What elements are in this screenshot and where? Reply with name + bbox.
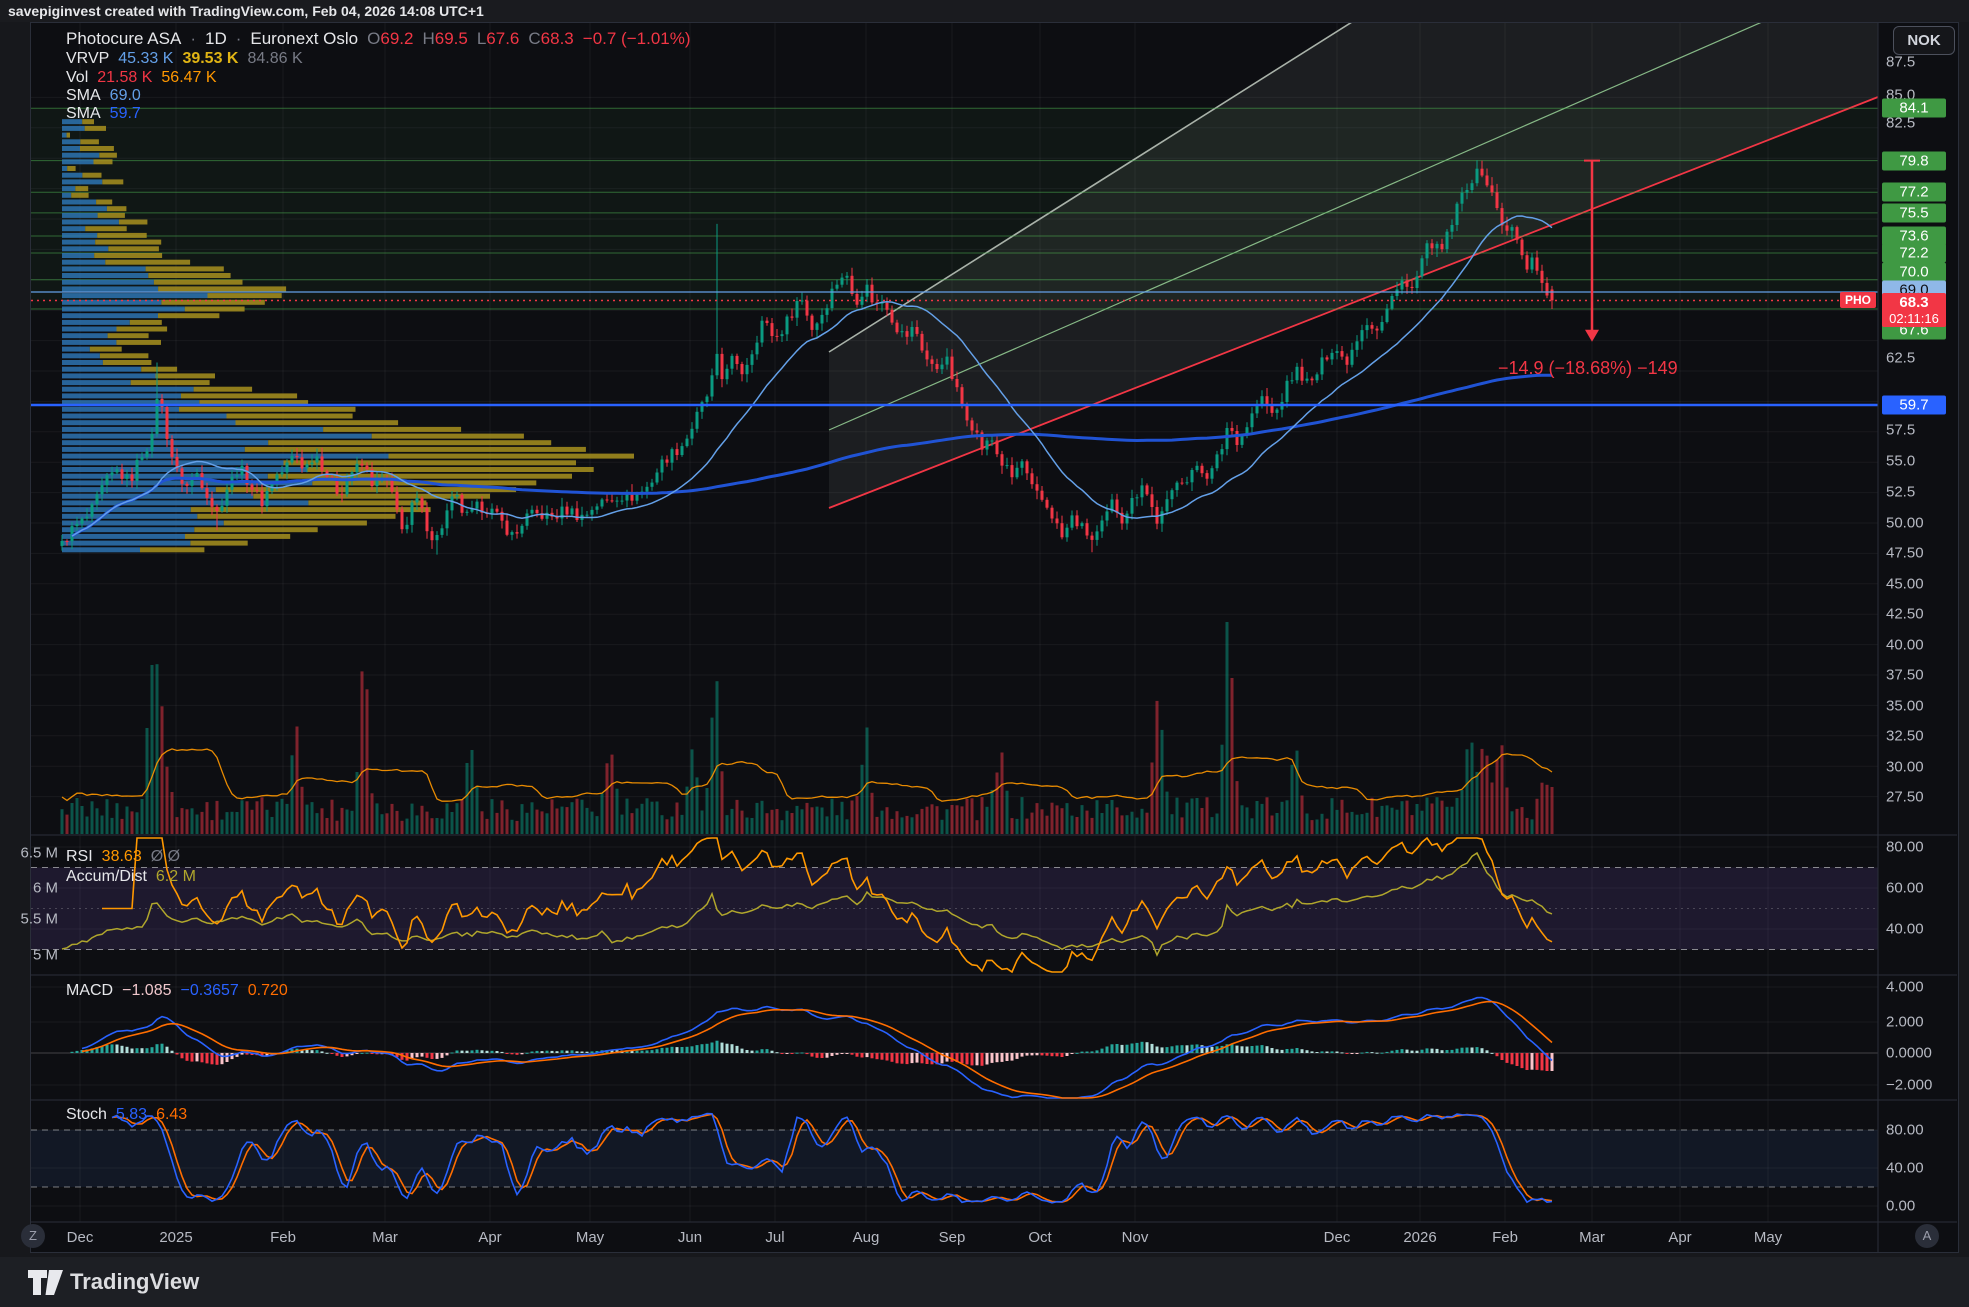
time-axis-label[interactable]: Jun	[678, 1229, 702, 1246]
sma-fast-legend[interactable]: SMA 69.0	[66, 87, 141, 105]
volume-value: 21.58 K	[97, 69, 152, 87]
rsi-value: 38.63	[102, 848, 142, 866]
macd-signal-value: 0.720	[248, 982, 288, 1000]
macd-hist-value: −1.085	[122, 982, 171, 1000]
price-axis-tick[interactable]: 47.50	[1886, 545, 1924, 562]
footer: TradingView	[0, 1257, 1969, 1307]
currency-button[interactable]: NOK	[1893, 26, 1955, 55]
rsi-axis-tick[interactable]: 40.00	[1886, 921, 1924, 938]
rsi-legend[interactable]: RSI 38.63 Ø Ø	[66, 848, 180, 866]
price-axis-tick[interactable]: 45.00	[1886, 576, 1924, 593]
vrvp-up-volume: 45.33 K	[118, 50, 173, 68]
accdist-legend[interactable]: Accum/Dist 6.2 M	[66, 868, 196, 886]
accdist-axis-tick[interactable]: 5.5 M	[20, 911, 58, 928]
tradingview-brand[interactable]: TradingView	[70, 1269, 199, 1295]
time-axis-label[interactable]: Dec	[1324, 1229, 1351, 1246]
attribution-text: savepiginvest created with TradingView.c…	[8, 3, 484, 19]
measure-annotation: −14.9 (−18.68%) −149	[1498, 358, 1678, 379]
rsi-axis-tick[interactable]: 80.00	[1886, 839, 1924, 856]
price-axis-badge[interactable]: 77.2	[1882, 183, 1946, 202]
close-value: 68.3	[541, 29, 574, 48]
volume-legend[interactable]: Vol 21.58 K 56.47 K	[66, 69, 217, 87]
time-axis-label[interactable]: 2025	[159, 1229, 192, 1246]
macd-line-value: −0.3657	[181, 982, 239, 1000]
time-axis-label[interactable]: Jul	[765, 1229, 784, 1246]
vrvp-down-volume: 39.53 K	[182, 50, 238, 68]
time-axis-label[interactable]: May	[576, 1229, 604, 1246]
time-axis-label[interactable]: Mar	[1579, 1229, 1605, 1246]
time-axis-label[interactable]: Feb	[270, 1229, 296, 1246]
vrvp-legend[interactable]: VRVP 45.33 K 39.53 K 84.86 K	[66, 50, 303, 68]
price-axis-tick[interactable]: 52.5	[1886, 484, 1915, 501]
auto-scale-button[interactable]: A	[1915, 1224, 1939, 1248]
price-axis-tick[interactable]: 27.50	[1886, 789, 1924, 806]
price-axis-badge[interactable]: 72.2	[1882, 244, 1946, 263]
stoch-d-value: 6.43	[156, 1106, 187, 1124]
symbol-legend[interactable]: Photocure ASA · 1D · Euronext Oslo O69.2…	[66, 29, 691, 49]
price-axis-badge[interactable]: 79.8	[1882, 152, 1946, 171]
price-axis-badge[interactable]: 84.1	[1882, 99, 1946, 118]
price-axis-badge[interactable]: 70.0	[1882, 263, 1946, 282]
time-axis-label[interactable]: Sep	[939, 1229, 966, 1246]
price-axis-tick[interactable]: 62.5	[1886, 350, 1915, 367]
accdist-value: 6.2 M	[156, 868, 196, 886]
change-value: −0.7 (−1.01%)	[583, 29, 691, 49]
time-axis-label[interactable]: Nov	[1122, 1229, 1149, 1246]
price-axis-tick[interactable]: 37.50	[1886, 667, 1924, 684]
price-axis-tick[interactable]: 42.50	[1886, 606, 1924, 623]
time-axis-label[interactable]: Dec	[67, 1229, 94, 1246]
last-price-badge[interactable]: 68.302:11:16	[1882, 293, 1946, 327]
time-axis-label[interactable]: Apr	[478, 1229, 501, 1246]
time-axis-label[interactable]: Aug	[853, 1229, 880, 1246]
sma-slow-legend[interactable]: SMA 59.7	[66, 105, 141, 123]
price-axis-badge[interactable]: 59.7	[1882, 396, 1946, 415]
macd-axis-tick[interactable]: 2.000	[1886, 1014, 1924, 1031]
macd-legend[interactable]: MACD −1.085 −0.3657 0.720	[66, 982, 288, 1000]
chart-container[interactable]	[30, 22, 1959, 1253]
volume-ma-value: 56.47 K	[161, 69, 216, 87]
stoch-axis-tick[interactable]: 0.00	[1886, 1198, 1915, 1215]
stoch-k-value: 5.83	[116, 1106, 147, 1124]
macd-axis-tick[interactable]: 0.0000	[1886, 1045, 1932, 1062]
open-value: 69.2	[380, 29, 413, 48]
macd-axis-tick[interactable]: −2.000	[1886, 1077, 1932, 1094]
time-axis-label[interactable]: Apr	[1668, 1229, 1691, 1246]
high-value: 69.5	[435, 29, 468, 48]
time-axis-label[interactable]: Oct	[1028, 1229, 1051, 1246]
price-axis-tick[interactable]: 57.5	[1886, 422, 1915, 439]
symbol-price-label: PHO	[1840, 292, 1876, 308]
attribution-bar: savepiginvest created with TradingView.c…	[0, 0, 1969, 22]
time-axis-label[interactable]: Feb	[1492, 1229, 1518, 1246]
interval[interactable]: 1D	[205, 29, 227, 49]
accdist-axis-tick[interactable]: 5 M	[33, 947, 58, 964]
vrvp-total: 84.86 K	[247, 50, 302, 68]
price-axis-tick[interactable]: 50.00	[1886, 515, 1924, 532]
price-axis-tick[interactable]: 32.50	[1886, 728, 1924, 745]
stoch-axis-tick[interactable]: 40.00	[1886, 1160, 1924, 1177]
time-axis-label[interactable]: May	[1754, 1229, 1782, 1246]
sma-fast-value: 69.0	[110, 87, 141, 105]
time-axis-label[interactable]: Mar	[372, 1229, 398, 1246]
symbol-name[interactable]: Photocure ASA	[66, 29, 181, 49]
accdist-axis-tick[interactable]: 6.5 M	[20, 845, 58, 862]
price-axis-tick[interactable]: 87.5	[1886, 54, 1915, 71]
low-value: 67.6	[486, 29, 519, 48]
time-axis-label[interactable]: 2026	[1403, 1229, 1436, 1246]
macd-axis-tick[interactable]: 4.000	[1886, 979, 1924, 996]
timezone-button[interactable]: Z	[21, 1224, 45, 1248]
accdist-axis-tick[interactable]: 6 M	[33, 880, 58, 897]
price-axis-badge[interactable]: 75.5	[1882, 204, 1946, 223]
rsi-source-icons[interactable]: Ø Ø	[151, 848, 180, 866]
price-axis-tick[interactable]: 40.00	[1886, 637, 1924, 654]
price-axis-tick[interactable]: 35.00	[1886, 698, 1924, 715]
sma-slow-value: 59.7	[110, 105, 141, 123]
stoch-legend[interactable]: Stoch 5.83 6.43	[66, 1106, 187, 1124]
rsi-axis-tick[interactable]: 60.00	[1886, 880, 1924, 897]
exchange: Euronext Oslo	[250, 29, 358, 49]
price-axis-tick[interactable]: 30.00	[1886, 759, 1924, 776]
stoch-axis-tick[interactable]: 80.00	[1886, 1122, 1924, 1139]
price-axis-tick[interactable]: 55.0	[1886, 453, 1915, 470]
tradingview-logo-icon[interactable]	[28, 1270, 64, 1296]
